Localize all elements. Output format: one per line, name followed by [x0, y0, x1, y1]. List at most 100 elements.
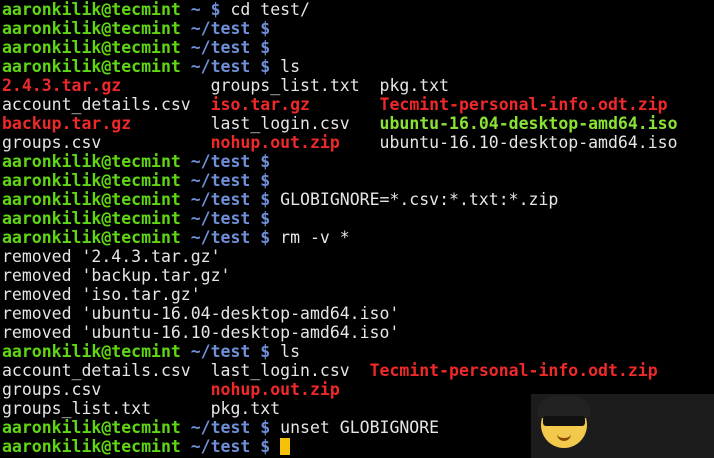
output-line: backup.tar.gz last_login.csv ubuntu-16.0…: [2, 114, 678, 133]
prompt-dollar: $: [250, 342, 271, 361]
prompt-user: aaronkilik@tecmint: [2, 57, 181, 76]
output-line: removed 'backup.tar.gz': [2, 266, 678, 285]
output-line: account_details.csv iso.tar.gz Tecmint-p…: [2, 95, 678, 114]
prompt-line: aaronkilik@tecmint ~/test $: [2, 171, 678, 190]
prompt-path: ~: [190, 0, 201, 19]
prompt-user: aaronkilik@tecmint: [2, 342, 181, 361]
prompt-path: ~/test: [190, 152, 251, 171]
output-line: removed 'ubuntu-16.04-desktop-amd64.iso': [2, 304, 678, 323]
prompt-user: aaronkilik@tecmint: [2, 437, 181, 456]
prompt-separator: [181, 152, 191, 171]
prompt-dollar: $: [250, 171, 271, 190]
prompt-user: aaronkilik@tecmint: [2, 152, 181, 171]
prompt-separator: [181, 418, 191, 437]
output-line: removed '2.4.3.tar.gz': [2, 247, 678, 266]
file-entry: nohup.out.zip: [210, 133, 340, 152]
prompt-separator: [181, 437, 191, 456]
file-entry: ubuntu-16.10-desktop-amd64.iso: [379, 133, 678, 152]
file-entry: Tecmint-personal-info.odt.zip: [379, 95, 668, 114]
file-entry: last_login.csv: [210, 361, 350, 380]
file-entry: nohup.out.zip: [210, 380, 340, 399]
prompt-separator: [181, 342, 191, 361]
prompt-user: aaronkilik@tecmint: [2, 19, 181, 38]
prompt-user: aaronkilik@tecmint: [2, 0, 181, 19]
command-text: unset GLOBIGNORE: [280, 418, 440, 437]
file-entry: iso.tar.gz: [210, 95, 310, 114]
output-line: removed 'iso.tar.gz': [2, 285, 678, 304]
output-line: groups.csv nohup.out.zip ubuntu-16.10-de…: [2, 133, 678, 152]
command-text: cd test/: [230, 0, 310, 19]
prompt-line: aaronkilik@tecmint ~/test $: [2, 209, 678, 228]
prompt-path: ~/test: [190, 171, 251, 190]
prompt-line: aaronkilik@tecmint ~/test $ rm -v *: [2, 228, 678, 247]
prompt-user: aaronkilik@tecmint: [2, 418, 181, 437]
file-entry: groups_list.txt: [2, 399, 152, 418]
prompt-line: aaronkilik@tecmint ~/test $ ls: [2, 57, 678, 76]
prompt-dollar: $: [250, 209, 271, 228]
prompt-dollar: $: [250, 437, 271, 456]
command-text: GLOBIGNORE=*.csv:*.txt:*.zip: [280, 190, 559, 209]
prompt-path: ~/test: [190, 19, 251, 38]
prompt-separator: [181, 228, 191, 247]
removed-message: removed 'ubuntu-16.04-desktop-amd64.iso': [2, 304, 400, 323]
prompt-line: aaronkilik@tecmint ~/test $ GLOBIGNORE=*…: [2, 190, 678, 209]
prompt-path: ~/test: [190, 418, 251, 437]
prompt-separator: [181, 171, 191, 190]
removed-message: removed '2.4.3.tar.gz': [2, 247, 221, 266]
command-text: ls: [280, 57, 301, 76]
file-entry: 2.4.3.tar.gz: [2, 76, 122, 95]
prompt-line: aaronkilik@tecmint ~/test $: [2, 19, 678, 38]
command-text: ls: [280, 342, 301, 361]
prompt-dollar: $: [250, 190, 271, 209]
avatar-sunglasses: [543, 416, 585, 426]
file-entry: groups_list.txt: [210, 76, 360, 95]
prompt-user: aaronkilik@tecmint: [2, 190, 181, 209]
file-entry: backup.tar.gz: [2, 114, 132, 133]
file-entry: groups.csv: [2, 133, 102, 152]
command-text: rm -v *: [280, 228, 350, 247]
prompt-dollar: $: [250, 152, 271, 171]
prompt-dollar: $: [250, 228, 271, 247]
prompt-path: ~/test: [190, 209, 251, 228]
prompt-line: aaronkilik@tecmint ~/test $: [2, 152, 678, 171]
prompt-separator: [181, 57, 191, 76]
prompt-line: aaronkilik@tecmint ~ $ cd test/: [2, 0, 678, 19]
terminal-output[interactable]: aaronkilik@tecmint ~ $ cd test/aaronkili…: [2, 0, 678, 456]
cursor: [280, 438, 291, 455]
file-entry: last_login.csv: [210, 114, 350, 133]
prompt-separator: [181, 190, 191, 209]
file-entry: account_details.csv: [2, 361, 191, 380]
removed-message: removed 'ubuntu-16.10-desktop-amd64.iso': [2, 323, 400, 342]
avatar-hair: [537, 396, 591, 418]
prompt-path: ~/test: [190, 437, 251, 456]
prompt-line: aaronkilik@tecmint ~/test $ ls: [2, 342, 678, 361]
file-entry: account_details.csv: [2, 95, 191, 114]
removed-message: removed 'iso.tar.gz': [2, 285, 201, 304]
removed-message: removed 'backup.tar.gz': [2, 266, 231, 285]
file-entry: pkg.txt: [379, 76, 450, 95]
prompt-user: aaronkilik@tecmint: [2, 228, 181, 247]
prompt-user: aaronkilik@tecmint: [2, 209, 181, 228]
prompt-dollar: $: [200, 0, 221, 19]
avatar-icon: [531, 394, 714, 458]
file-entry: groups.csv: [2, 380, 102, 399]
prompt-line: aaronkilik@tecmint ~/test $: [2, 38, 678, 57]
prompt-path: ~/test: [190, 57, 251, 76]
prompt-user: aaronkilik@tecmint: [2, 38, 181, 57]
prompt-path: ~/test: [190, 38, 251, 57]
file-entry: Tecmint-personal-info.odt.zip: [369, 361, 658, 380]
prompt-user: aaronkilik@tecmint: [2, 171, 181, 190]
prompt-dollar: $: [250, 57, 271, 76]
prompt-dollar: $: [250, 418, 271, 437]
prompt-separator: [181, 0, 191, 19]
prompt-path: ~/test: [190, 190, 251, 209]
prompt-separator: [181, 19, 191, 38]
file-entry: pkg.txt: [210, 399, 281, 418]
output-line: 2.4.3.tar.gz groups_list.txt pkg.txt: [2, 76, 678, 95]
output-line: removed 'ubuntu-16.10-desktop-amd64.iso': [2, 323, 678, 342]
prompt-path: ~/test: [190, 342, 251, 361]
file-entry: ubuntu-16.04-desktop-amd64.iso: [379, 114, 678, 133]
output-line: account_details.csv last_login.csv Tecmi…: [2, 361, 678, 380]
prompt-dollar: $: [250, 19, 271, 38]
prompt-separator: [181, 38, 191, 57]
